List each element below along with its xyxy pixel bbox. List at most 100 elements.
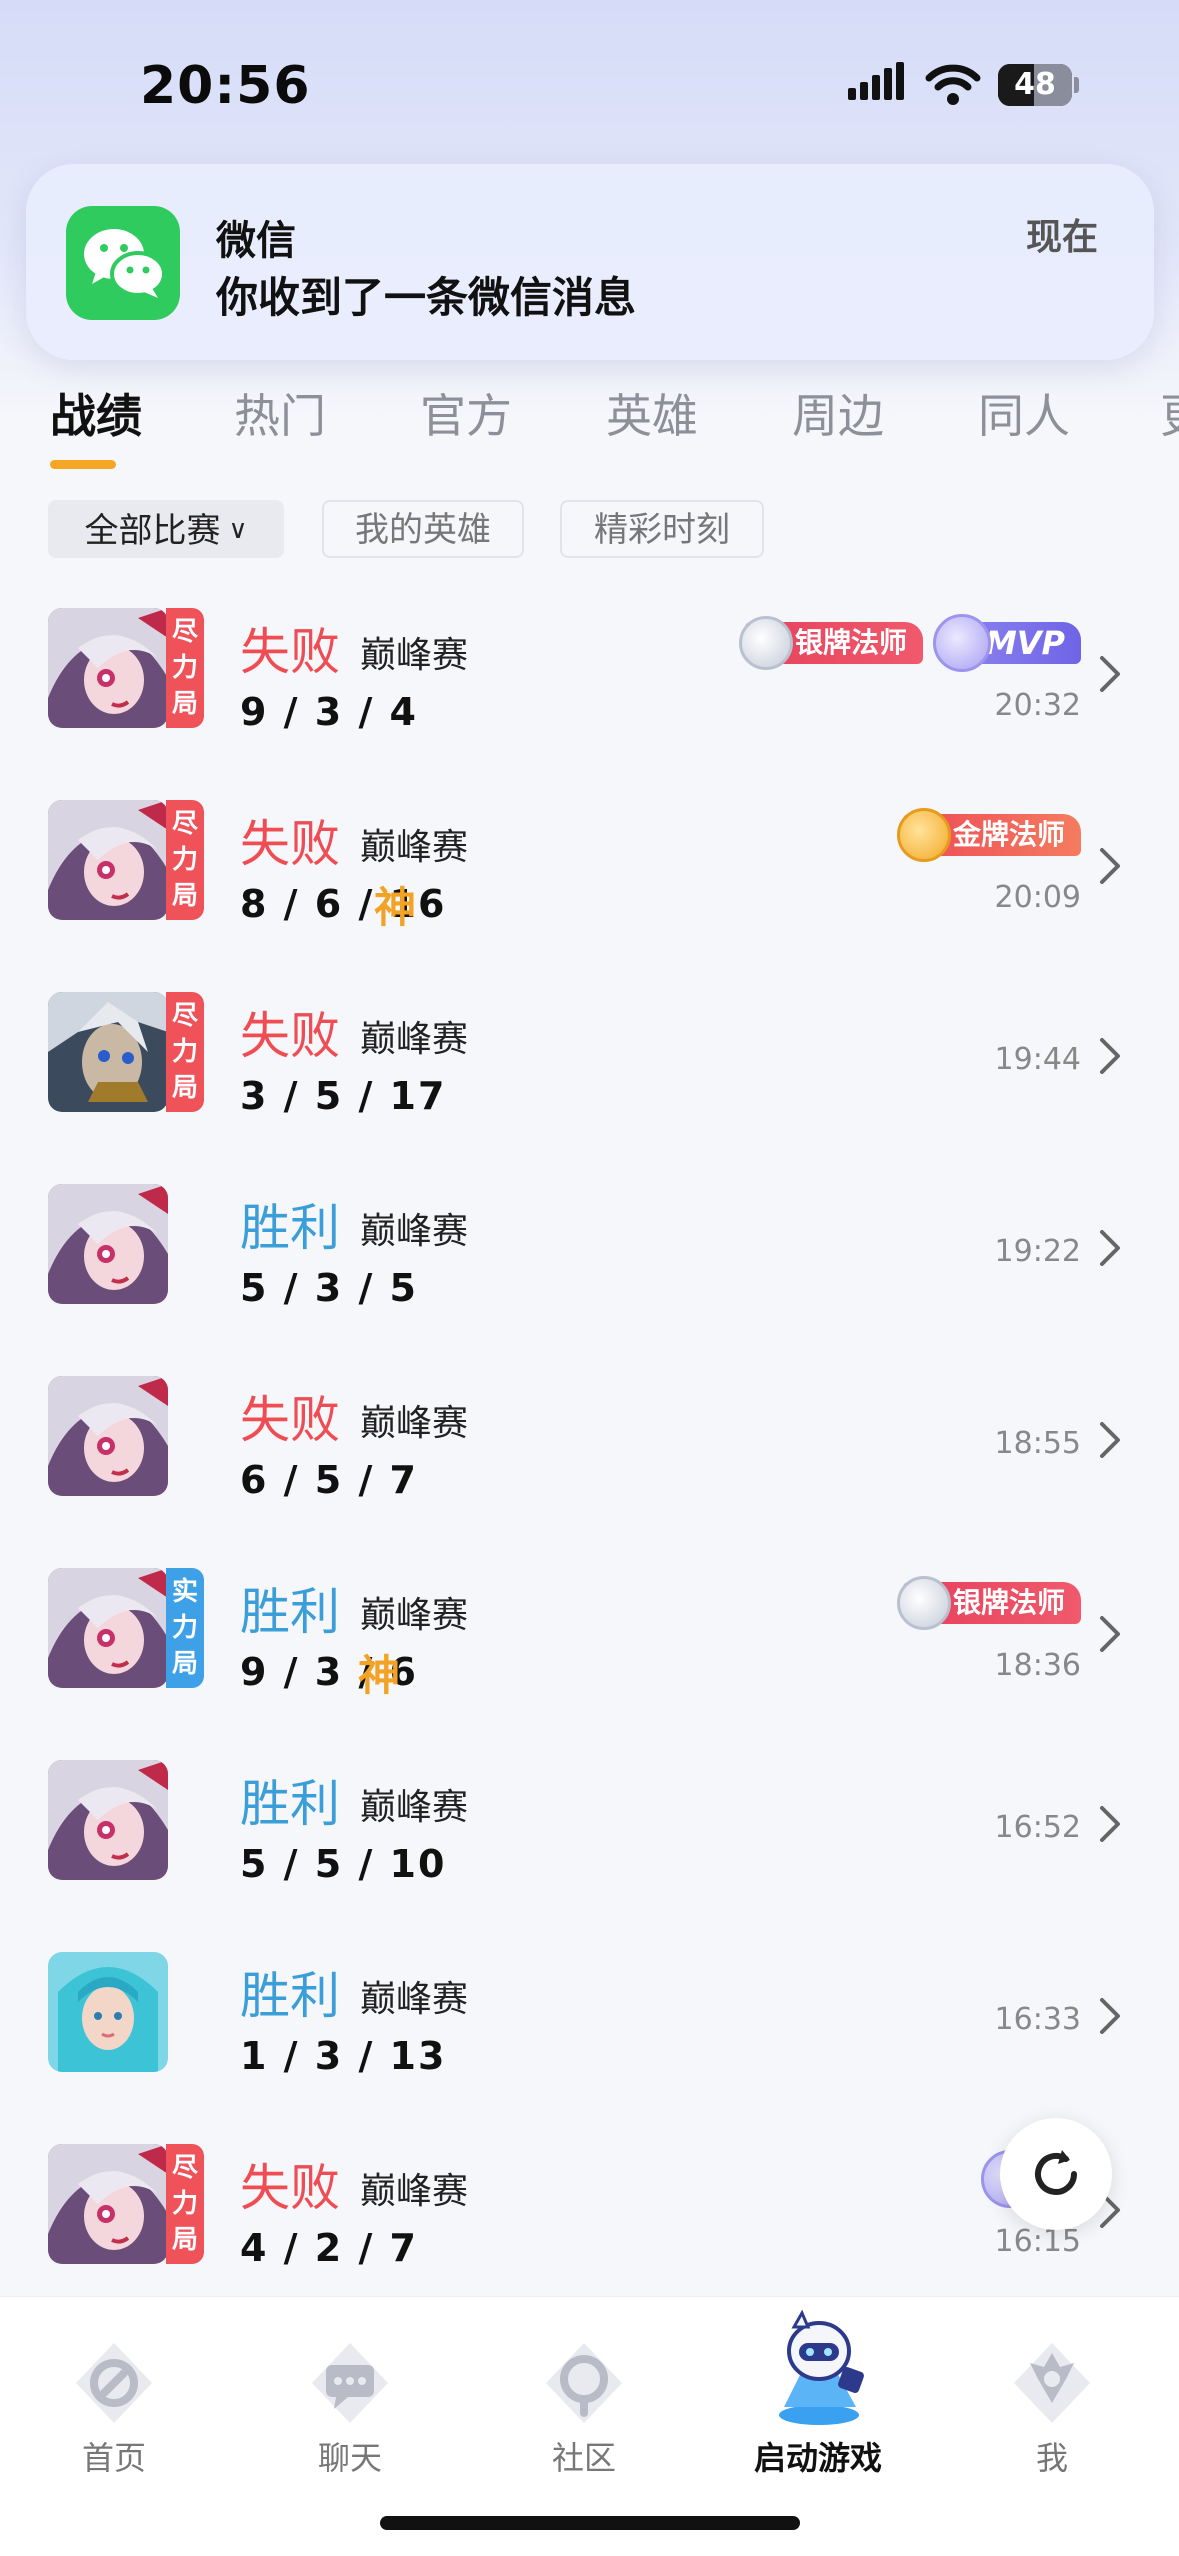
match-mode: 巅峰赛 bbox=[360, 635, 469, 676]
tag-char: 尽 bbox=[171, 1001, 198, 1031]
tab-official[interactable]: 官方 bbox=[420, 380, 512, 446]
hero-avatar bbox=[48, 1760, 168, 1880]
match-row[interactable]: 尽力局失败 巅峰赛 8 / 6 / 16 神 20:09 金牌法师 bbox=[0, 800, 1179, 992]
nav-label: 我 bbox=[1035, 2439, 1068, 2477]
tab-hot[interactable]: 热门 bbox=[234, 380, 326, 446]
match-mode: 巅峰赛 bbox=[360, 2171, 469, 2212]
nav-community[interactable]: 社区 bbox=[484, 2297, 684, 2497]
tag-char: 尽 bbox=[171, 809, 198, 839]
status-bar: 20:56 48 bbox=[0, 0, 1179, 160]
match-time: 18:55 bbox=[994, 1426, 1081, 1461]
match-row[interactable]: 失败 巅峰赛 6 / 5 / 7 18:55 bbox=[0, 1376, 1179, 1568]
match-mode: 巅峰赛 bbox=[360, 1019, 469, 1060]
match-result: 失败 bbox=[240, 1007, 340, 1065]
match-mode: 巅峰赛 bbox=[360, 1979, 469, 2020]
godlike-badge: 神 bbox=[374, 883, 417, 932]
hero-avatar bbox=[48, 1568, 168, 1688]
nav-launch-game[interactable]: 启动游戏 bbox=[718, 2297, 918, 2497]
tag-char: 力 bbox=[171, 2189, 198, 2219]
home-icon bbox=[76, 2343, 152, 2423]
match-result: 胜利 bbox=[240, 1199, 340, 1257]
trophy-icon bbox=[933, 614, 991, 672]
tag-char: 局 bbox=[171, 2225, 198, 2255]
match-result: 失败 bbox=[240, 815, 340, 873]
tag-char: 局 bbox=[171, 881, 198, 911]
match-time: 19:44 bbox=[994, 1042, 1081, 1077]
wechat-notification-banner[interactable]: 微信 你收到了一条微信消息 现在 bbox=[26, 164, 1154, 360]
community-icon bbox=[546, 2343, 622, 2423]
match-time: 16:52 bbox=[994, 1810, 1081, 1845]
tag-char: 力 bbox=[171, 845, 198, 875]
chevron-right-icon bbox=[1100, 1038, 1120, 1074]
godlike-badge: 神 bbox=[358, 1651, 401, 1700]
match-quality-tag: 尽力局 bbox=[166, 800, 204, 920]
tag-char: 尽 bbox=[171, 2153, 198, 2183]
tag-char: 力 bbox=[171, 1037, 198, 1067]
tab-fanart[interactable]: 同人 bbox=[978, 380, 1070, 446]
match-result: 胜利 bbox=[240, 1967, 340, 2025]
tag-char: 局 bbox=[171, 1649, 198, 1679]
nav-chat[interactable]: 聊天 bbox=[250, 2297, 450, 2497]
match-row[interactable]: 胜利 巅峰赛 1 / 3 / 13 16:33 bbox=[0, 1952, 1179, 2144]
match-kda: 3 / 5 / 17 bbox=[240, 1074, 447, 1118]
match-mode: 巅峰赛 bbox=[360, 1787, 469, 1828]
tab-record[interactable]: 战绩 bbox=[50, 380, 142, 446]
match-row[interactable]: 胜利 巅峰赛 5 / 5 / 10 16:52 bbox=[0, 1760, 1179, 1952]
hero-avatar bbox=[48, 1952, 168, 2072]
match-row[interactable]: 实力局胜利 巅峰赛 9 / 3 / 6 神 18:36 银牌法师 bbox=[0, 1568, 1179, 1760]
chevron-right-icon bbox=[1100, 656, 1120, 692]
filter-my-heroes[interactable]: 我的英雄 bbox=[322, 500, 524, 558]
medal-icon bbox=[896, 808, 951, 862]
rank-badge: 银牌法师 bbox=[896, 1576, 1081, 1630]
match-kda: 5 / 5 / 10 bbox=[240, 1842, 447, 1886]
battery-icon: 48 bbox=[998, 64, 1072, 106]
match-row[interactable]: 胜利 巅峰赛 5 / 3 / 5 19:22 bbox=[0, 1184, 1179, 1376]
nav-profile[interactable]: 我 bbox=[952, 2297, 1152, 2497]
match-time: 19:22 bbox=[994, 1234, 1081, 1269]
battery-indicator: 48 bbox=[998, 64, 1080, 106]
match-kda: 6 / 5 / 7 bbox=[240, 1458, 418, 1502]
match-mode: 巅峰赛 bbox=[360, 1595, 469, 1636]
tab-merch[interactable]: 周边 bbox=[792, 380, 884, 446]
match-mode: 巅峰赛 bbox=[360, 827, 469, 868]
mvp-badge: MVP bbox=[933, 614, 1081, 672]
rank-badge: 银牌法师 bbox=[738, 616, 923, 670]
tag-char: 局 bbox=[171, 1073, 198, 1103]
tab-more[interactable]: 更 bbox=[1160, 380, 1179, 446]
notification-message: 你收到了一条微信消息 bbox=[216, 273, 637, 322]
match-mode: 巅峰赛 bbox=[360, 1211, 469, 1252]
match-time: 20:32 bbox=[994, 688, 1081, 723]
battery-level: 48 bbox=[1014, 67, 1056, 102]
rank-badge: 金牌法师 bbox=[896, 808, 1081, 862]
match-quality-tag: 尽力局 bbox=[166, 992, 204, 1112]
notification-app-name: 微信 bbox=[216, 218, 296, 264]
nav-home[interactable]: 首页 bbox=[14, 2297, 214, 2497]
hero-avatar bbox=[48, 800, 168, 920]
hero-avatar bbox=[48, 992, 168, 1112]
hero-avatar bbox=[48, 608, 168, 728]
chat-icon bbox=[312, 2343, 388, 2423]
match-kda: 1 / 3 / 13 bbox=[240, 2034, 447, 2078]
filter-highlights[interactable]: 精彩时刻 bbox=[560, 500, 764, 558]
match-time: 16:15 bbox=[994, 2224, 1081, 2259]
cellular-signal-icon bbox=[848, 62, 904, 100]
match-time: 20:09 bbox=[994, 880, 1081, 915]
match-quality-tag: 实力局 bbox=[166, 1568, 204, 1688]
filter-all-matches[interactable]: 全部比赛 ∨ bbox=[48, 500, 284, 558]
rank-badge-label: 银牌法师 bbox=[794, 626, 907, 659]
category-tabs: 战绩 热门 官方 英雄 周边 同人 更 bbox=[0, 380, 1179, 480]
match-kda: 5 / 3 / 5 bbox=[240, 1266, 418, 1310]
notification-time: 现在 bbox=[1025, 217, 1098, 258]
hero-avatar bbox=[48, 1184, 168, 1304]
home-indicator[interactable] bbox=[380, 2516, 800, 2530]
match-result: 失败 bbox=[240, 2159, 340, 2217]
refresh-button[interactable] bbox=[1000, 2118, 1112, 2230]
tab-heroes[interactable]: 英雄 bbox=[606, 380, 698, 446]
tag-char: 力 bbox=[171, 653, 198, 683]
match-row[interactable]: 尽力局失败 巅峰赛 3 / 5 / 17 19:44 bbox=[0, 992, 1179, 1184]
mvp-label: MVP bbox=[984, 624, 1065, 662]
hero-avatar bbox=[48, 2144, 168, 2264]
match-row[interactable]: 尽力局失败 巅峰赛 9 / 3 / 4 20:32 银牌法师 MVP bbox=[0, 608, 1179, 800]
match-kda: 9 / 3 / 4 bbox=[240, 690, 418, 734]
filter-label: 全部比赛 bbox=[84, 511, 221, 551]
